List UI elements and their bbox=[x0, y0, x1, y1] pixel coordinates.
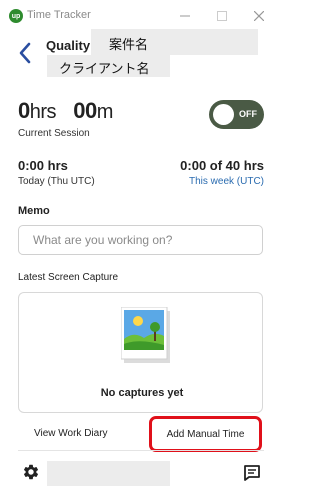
message-icon[interactable] bbox=[243, 464, 261, 482]
add-manual-time-label: Add Manual Time bbox=[166, 428, 245, 440]
session-hours-unit: hrs bbox=[29, 101, 57, 123]
app-logo-icon: up bbox=[9, 9, 23, 23]
today-label: Today (Thu UTC) bbox=[18, 176, 95, 187]
toggle-knob bbox=[213, 104, 234, 125]
close-icon bbox=[254, 11, 264, 21]
maximize-button[interactable] bbox=[212, 6, 232, 26]
session-minutes: 00 bbox=[73, 98, 97, 123]
minimize-icon bbox=[180, 15, 190, 17]
window-title: Time Tracker bbox=[27, 9, 91, 21]
minimize-button[interactable] bbox=[175, 6, 195, 26]
screen-capture-label: Latest Screen Capture bbox=[18, 272, 119, 283]
project-name: Quality bbox=[46, 38, 91, 53]
session-label: Current Session bbox=[18, 128, 90, 139]
photo-icon bbox=[121, 307, 170, 363]
tracking-toggle[interactable]: OFF bbox=[209, 100, 264, 129]
session-minutes-unit: m bbox=[96, 101, 114, 123]
no-captures-text: No captures yet bbox=[100, 387, 184, 399]
memo-label: Memo bbox=[18, 205, 50, 217]
redacted-project-name: 案件名 bbox=[91, 29, 258, 55]
close-button[interactable] bbox=[249, 6, 269, 26]
session-time: 0hrs 00m bbox=[18, 98, 113, 124]
maximize-icon bbox=[217, 11, 227, 21]
footer-divider bbox=[18, 450, 264, 451]
week-label-link[interactable]: This week (UTC) bbox=[189, 176, 264, 187]
today-hours: 0:00 hrs bbox=[18, 158, 68, 173]
view-work-diary-link[interactable]: View Work Diary bbox=[34, 428, 108, 439]
add-manual-time-button[interactable]: Add Manual Time bbox=[149, 416, 262, 452]
title-bar: up Time Tracker bbox=[0, 0, 284, 32]
session-hours: 0 bbox=[18, 98, 30, 123]
toggle-label: OFF bbox=[239, 109, 257, 119]
redacted-footer-field bbox=[47, 461, 170, 486]
memo-input[interactable] bbox=[18, 225, 263, 255]
redacted-client-name: クライアント名 bbox=[47, 55, 170, 77]
gear-icon[interactable] bbox=[22, 463, 40, 481]
back-arrow-icon[interactable] bbox=[18, 42, 32, 64]
week-hours: 0:00 of 40 hrs bbox=[180, 158, 264, 173]
